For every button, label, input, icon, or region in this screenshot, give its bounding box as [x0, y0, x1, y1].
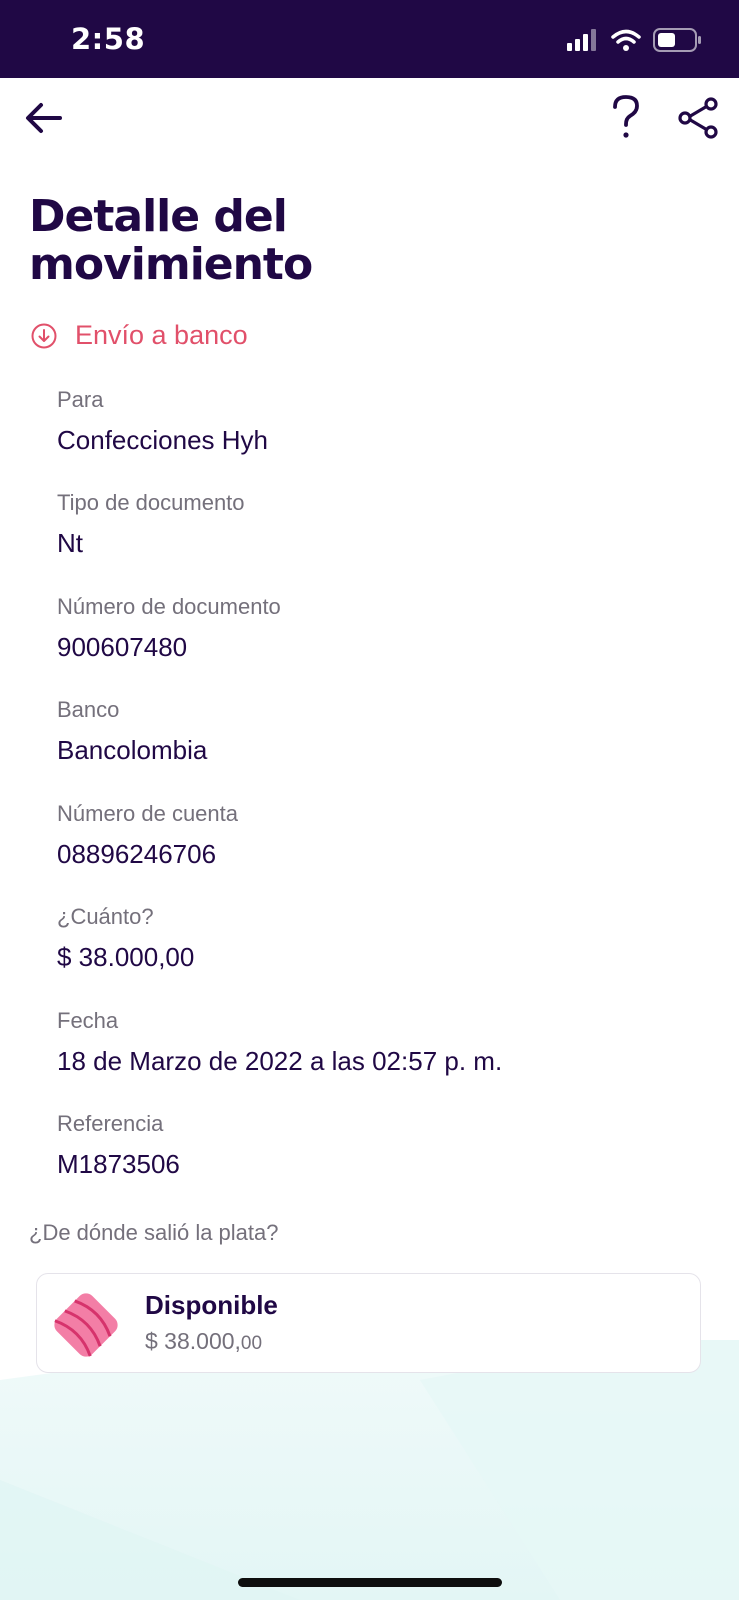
detail-para: Para Confecciones Hyh	[57, 386, 697, 457]
detail-label: Número de cuenta	[57, 801, 238, 826]
back-button[interactable]	[22, 96, 66, 140]
movement-type-label: Envío a banco	[75, 320, 248, 350]
detail-value: 900607480	[57, 632, 188, 662]
detail-numero-cuenta: Número de cuenta 08896246706	[57, 800, 697, 871]
pocket-amount-main: $ 38.000,	[145, 1328, 241, 1354]
detail-label: ¿Cuánto?	[57, 904, 154, 929]
detail-label: Número de documento	[57, 594, 281, 619]
page-title-line2: movimiento	[29, 239, 313, 290]
movement-type: Envío a banco	[31, 320, 248, 351]
detail-value: 08896246706	[57, 839, 217, 869]
detail-fecha: Fecha 18 de Marzo de 2022 a las 02:57 p.…	[57, 1007, 697, 1078]
detail-value: M1873506	[57, 1149, 180, 1179]
signal-icon	[567, 29, 596, 51]
detail-banco: Banco Bancolombia	[57, 696, 697, 767]
help-button[interactable]	[606, 94, 646, 140]
pocket-name: Disponible	[145, 1290, 278, 1320]
detail-label: Para	[57, 387, 104, 412]
share-button[interactable]	[677, 96, 719, 140]
share-icon	[678, 97, 718, 139]
detail-value: Nt	[57, 528, 83, 558]
wifi-icon	[611, 29, 641, 51]
detail-value: 18 de Marzo de 2022 a las 02:57 p. m.	[57, 1046, 503, 1076]
nav-bar	[0, 78, 739, 158]
detail-label: Referencia	[57, 1111, 164, 1136]
detail-value: Confecciones Hyh	[57, 425, 268, 455]
status-icons	[567, 28, 703, 52]
detail-referencia: Referencia M1873506	[57, 1110, 697, 1181]
detail-value: $ 38.000,00	[57, 942, 195, 972]
pink-pocket-icon	[54, 1293, 118, 1357]
status-bar: 2:58	[0, 0, 739, 78]
detail-label: Banco	[57, 697, 120, 722]
status-time: 2:58	[71, 22, 146, 56]
detail-numero-documento: Número de documento 900607480	[57, 593, 697, 664]
detail-value: Bancolombia	[57, 735, 208, 765]
arrow-down-circle-icon	[31, 323, 57, 348]
arrow-left-icon	[26, 103, 62, 133]
detail-cuanto: ¿Cuánto? $ 38.000,00	[57, 903, 697, 974]
question-mark-icon	[613, 95, 639, 138]
detail-tipo-documento: Tipo de documento Nt	[57, 489, 697, 560]
source-heading: ¿De dónde salió la plata?	[29, 1220, 279, 1245]
detail-label: Fecha	[57, 1008, 119, 1033]
home-indicator[interactable]	[238, 1578, 502, 1587]
background-decoration	[0, 1340, 739, 1600]
pocket-amount: $ 38.000,00	[145, 1328, 262, 1355]
pocket-card[interactable]: Disponible $ 38.000,00	[36, 1273, 701, 1373]
pocket-amount-cents: 00	[240, 1333, 263, 1354]
detail-label: Tipo de documento	[57, 490, 245, 515]
battery-icon	[653, 28, 701, 52]
page-title-line1: Detalle del	[29, 191, 288, 242]
page-title: Detalle del movimiento	[29, 191, 313, 290]
